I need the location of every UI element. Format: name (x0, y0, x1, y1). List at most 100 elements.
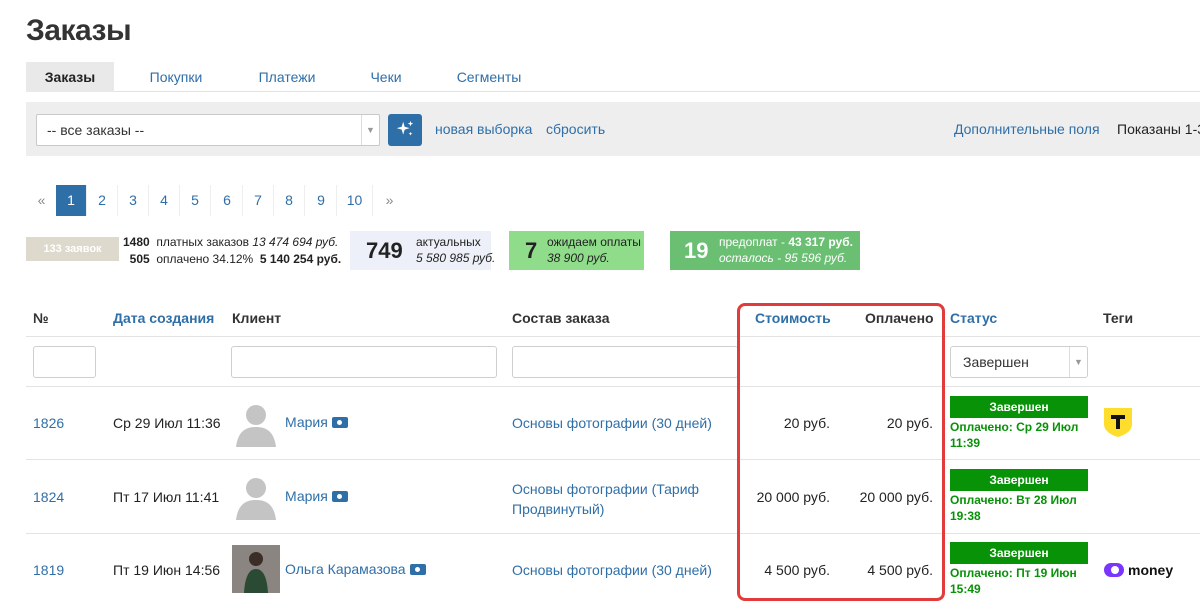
magic-sparkle-button[interactable] (388, 114, 422, 146)
page-10[interactable]: 10 (337, 185, 373, 216)
col-header-composition: Состав заказа (512, 310, 610, 326)
extra-fields-link[interactable]: Дополнительные поля (954, 121, 1100, 137)
client-filter-input[interactable] (231, 346, 497, 378)
page-5[interactable]: 5 (180, 185, 211, 216)
page-3[interactable]: 3 (118, 185, 149, 216)
reset-link[interactable]: сбросить (546, 121, 605, 137)
remain-sum: 95 596 руб. (784, 251, 848, 265)
paid-done-label: оплачено 34.12% (156, 252, 254, 266)
shown-count: Показаны 1-3 (1117, 121, 1200, 137)
col-header-client: Клиент (232, 310, 282, 326)
wallet-icon (331, 491, 348, 502)
avatar (232, 472, 280, 520)
client-link[interactable]: Мария (285, 414, 348, 430)
paid-count: 1480 (123, 235, 150, 249)
order-composition-link[interactable]: Основы фотографии (30 дней) (512, 562, 712, 578)
page-9[interactable]: 9 (306, 185, 337, 216)
col-header-tags: Теги (1103, 310, 1134, 326)
pagination-next[interactable]: » (374, 185, 405, 216)
tab-receipts[interactable]: Чеки (352, 62, 420, 92)
paid-date: Оплачено: Пт 19 Июн 15:49 (950, 565, 1090, 597)
actual-orders-card[interactable]: 749 актуальных 5 580 985 руб. (350, 231, 495, 270)
page-4[interactable]: 4 (149, 185, 180, 216)
paid-date: Оплачено: Ср 29 Июл 11:39 (950, 419, 1090, 451)
divider (26, 459, 1200, 460)
status-badge: Завершен (950, 469, 1088, 491)
order-date: Пт 19 Июн 14:56 (113, 562, 221, 578)
status-filter-select[interactable]: Завершен ▼ (950, 346, 1088, 378)
order-date: Пт 17 Июл 11:41 (113, 489, 220, 505)
order-id-link[interactable]: 1824 (33, 489, 64, 505)
remain-label: осталось - (719, 251, 785, 265)
tab-segments[interactable]: Сегменты (440, 62, 538, 92)
prepay-line: предоплат - 43 317 руб. (719, 235, 853, 249)
paid-date: Оплачено: Вт 28 Июл 19:38 (950, 492, 1090, 524)
composition-line-2: Продвинутый) (512, 501, 605, 517)
waiting-count: 7 (525, 238, 538, 263)
order-date: Ср 29 Июл 11:36 (113, 415, 221, 431)
paid-time-line: 15:49 (950, 582, 981, 596)
orders-filter-value: -- все заказы -- (47, 122, 145, 138)
tabs: Заказы Покупки Платежи Чеки Сегменты (26, 62, 1200, 92)
paid-done-count: 505 (129, 252, 150, 266)
client-name: Мария (285, 414, 328, 430)
actual-count: 749 (366, 238, 403, 263)
new-selection-link[interactable]: новая выборка (435, 121, 532, 137)
status-badge: Завершен (950, 542, 1088, 564)
order-id-link[interactable]: 1826 (33, 415, 64, 431)
chevron-down-icon: ▼ (361, 115, 379, 145)
order-id-link[interactable]: 1819 (33, 562, 64, 578)
col-header-status[interactable]: Статус (950, 310, 997, 326)
wallet-icon (409, 564, 426, 575)
status-badge: Завершен (950, 396, 1088, 418)
paid-orders-summary: 1480 платных заказов 13 474 694 руб. 505… (123, 234, 341, 268)
composition-line-1: Основы фотографии (Тариф (512, 481, 700, 497)
divider (26, 386, 1200, 387)
col-header-created[interactable]: Дата создания (113, 310, 214, 326)
tab-purchases[interactable]: Покупки (132, 62, 220, 92)
page-title: Заказы (26, 14, 132, 47)
page-1[interactable]: 1 (56, 185, 87, 216)
number-filter-input[interactable] (33, 346, 96, 378)
composition-filter-input[interactable] (512, 346, 738, 378)
tbank-logo-icon (1103, 407, 1133, 437)
yoomoney-logo: money (1104, 562, 1173, 578)
wallet-icon (331, 417, 348, 428)
actual-label: актуальных (416, 235, 481, 249)
page-7[interactable]: 7 (243, 185, 274, 216)
divider (26, 336, 1200, 337)
tab-orders[interactable]: Заказы (26, 62, 114, 92)
paid-label: платных заказов (156, 235, 250, 249)
prepay-label: предоплат - (719, 235, 789, 249)
paid-done-sum: 5 140 254 руб. (259, 252, 342, 266)
col-header-number: № (33, 310, 49, 326)
orders-filter-select[interactable]: -- все заказы -- ▼ (36, 114, 380, 146)
client-name: Ольга Карамазова (285, 561, 406, 577)
page-6[interactable]: 6 (212, 185, 243, 216)
avatar (232, 399, 280, 447)
order-composition-link[interactable]: Основы фотографии (Тариф Продвинутый) (512, 479, 699, 519)
client-link[interactable]: Ольга Карамазова (285, 561, 426, 577)
prepayments-card[interactable]: 19 предоплат - 43 317 руб. осталось - 95… (670, 231, 860, 270)
requests-badge[interactable]: 133 заявок (26, 237, 119, 261)
prepay-sum: 43 317 руб. (788, 235, 853, 249)
page-8[interactable]: 8 (274, 185, 305, 216)
cost-paid-highlight-frame (737, 303, 945, 601)
page-2[interactable]: 2 (87, 185, 118, 216)
sparkle-icon (396, 120, 414, 136)
client-link[interactable]: Мария (285, 488, 348, 504)
client-name: Мария (285, 488, 328, 504)
chevron-down-icon: ▼ (1069, 347, 1087, 377)
remain-line: осталось - 95 596 руб. (719, 251, 847, 265)
avatar (232, 545, 280, 593)
paid-date-line: Оплачено: Ср 29 Июл (950, 420, 1079, 434)
tab-payments[interactable]: Платежи (240, 62, 334, 92)
paid-sum: 13 474 694 руб. (252, 235, 339, 249)
divider (26, 533, 1200, 534)
waiting-payment-card[interactable]: 7 ожидаем оплаты 38 900 руб. (509, 231, 644, 270)
order-composition-link[interactable]: Основы фотографии (30 дней) (512, 415, 712, 431)
pagination-prev[interactable]: « (26, 185, 57, 216)
status-filter-value: Завершен (963, 354, 1029, 370)
yoomoney-icon (1104, 563, 1124, 577)
waiting-sum: 38 900 руб. (547, 251, 610, 265)
